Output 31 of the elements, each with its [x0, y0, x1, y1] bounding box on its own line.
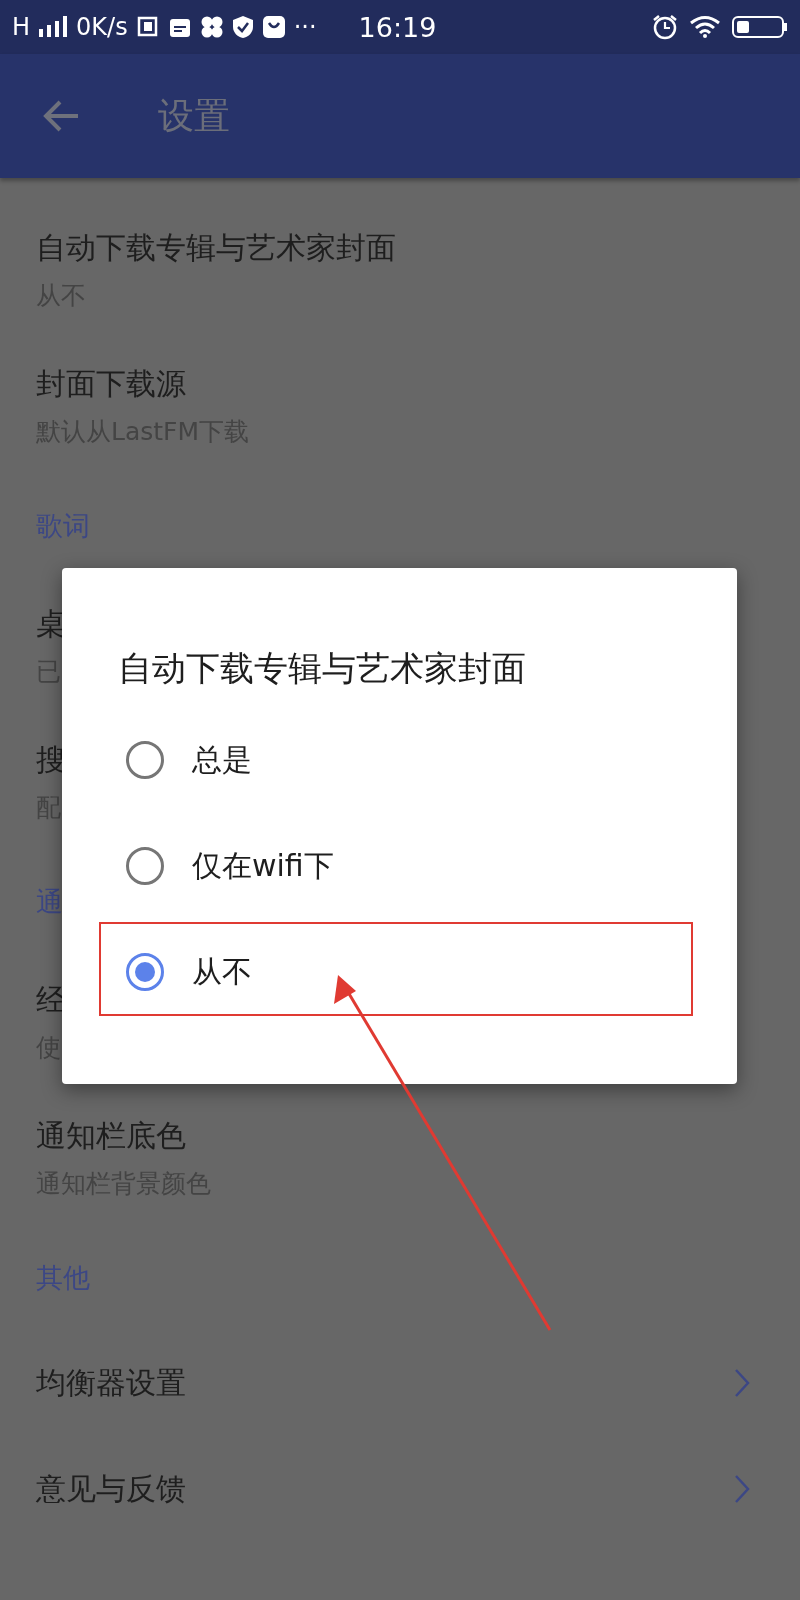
option-label[interactable]: 仅在wifi下	[192, 845, 334, 887]
more-notifications: ···	[293, 13, 317, 41]
setting-title[interactable]: 自动下载专辑与艺术家封面	[36, 228, 396, 269]
dialog-title: 自动下载专辑与艺术家封面	[117, 646, 527, 690]
setting-title[interactable]: 均衡器设置	[36, 1362, 186, 1404]
signal-icon	[38, 15, 69, 39]
screenshot-icon	[135, 15, 160, 39]
page-title: 设置	[158, 93, 230, 138]
clock-time: 16:19	[358, 11, 437, 43]
fan-icon	[199, 15, 224, 39]
wifi-icon	[690, 15, 720, 39]
network-speed: 0K/s	[76, 13, 128, 41]
bag-icon	[261, 15, 286, 39]
chevron-icon	[734, 1474, 750, 1504]
alarm-icon	[652, 14, 678, 40]
back-arrow-icon[interactable]	[42, 100, 80, 132]
setting-title[interactable]: 通知栏底色	[36, 1116, 186, 1157]
shield-icon	[231, 15, 254, 39]
option-label[interactable]: 总是	[192, 739, 252, 781]
network-type: H	[12, 13, 31, 41]
radio-button[interactable]	[126, 741, 164, 779]
chevron-icon	[734, 1368, 750, 1398]
setting-title[interactable]: 桌	[36, 604, 66, 645]
setting-title[interactable]: 意见与反馈	[36, 1468, 186, 1510]
setting-title[interactable]: 搜	[36, 740, 66, 781]
setting-title[interactable]: 封面下载源	[36, 364, 186, 405]
battery-icon	[732, 15, 788, 39]
radio-button[interactable]	[126, 953, 164, 991]
radio-button[interactable]	[126, 847, 164, 885]
setting-title[interactable]: 经	[36, 980, 66, 1021]
option-label[interactable]: 从不	[192, 951, 252, 993]
